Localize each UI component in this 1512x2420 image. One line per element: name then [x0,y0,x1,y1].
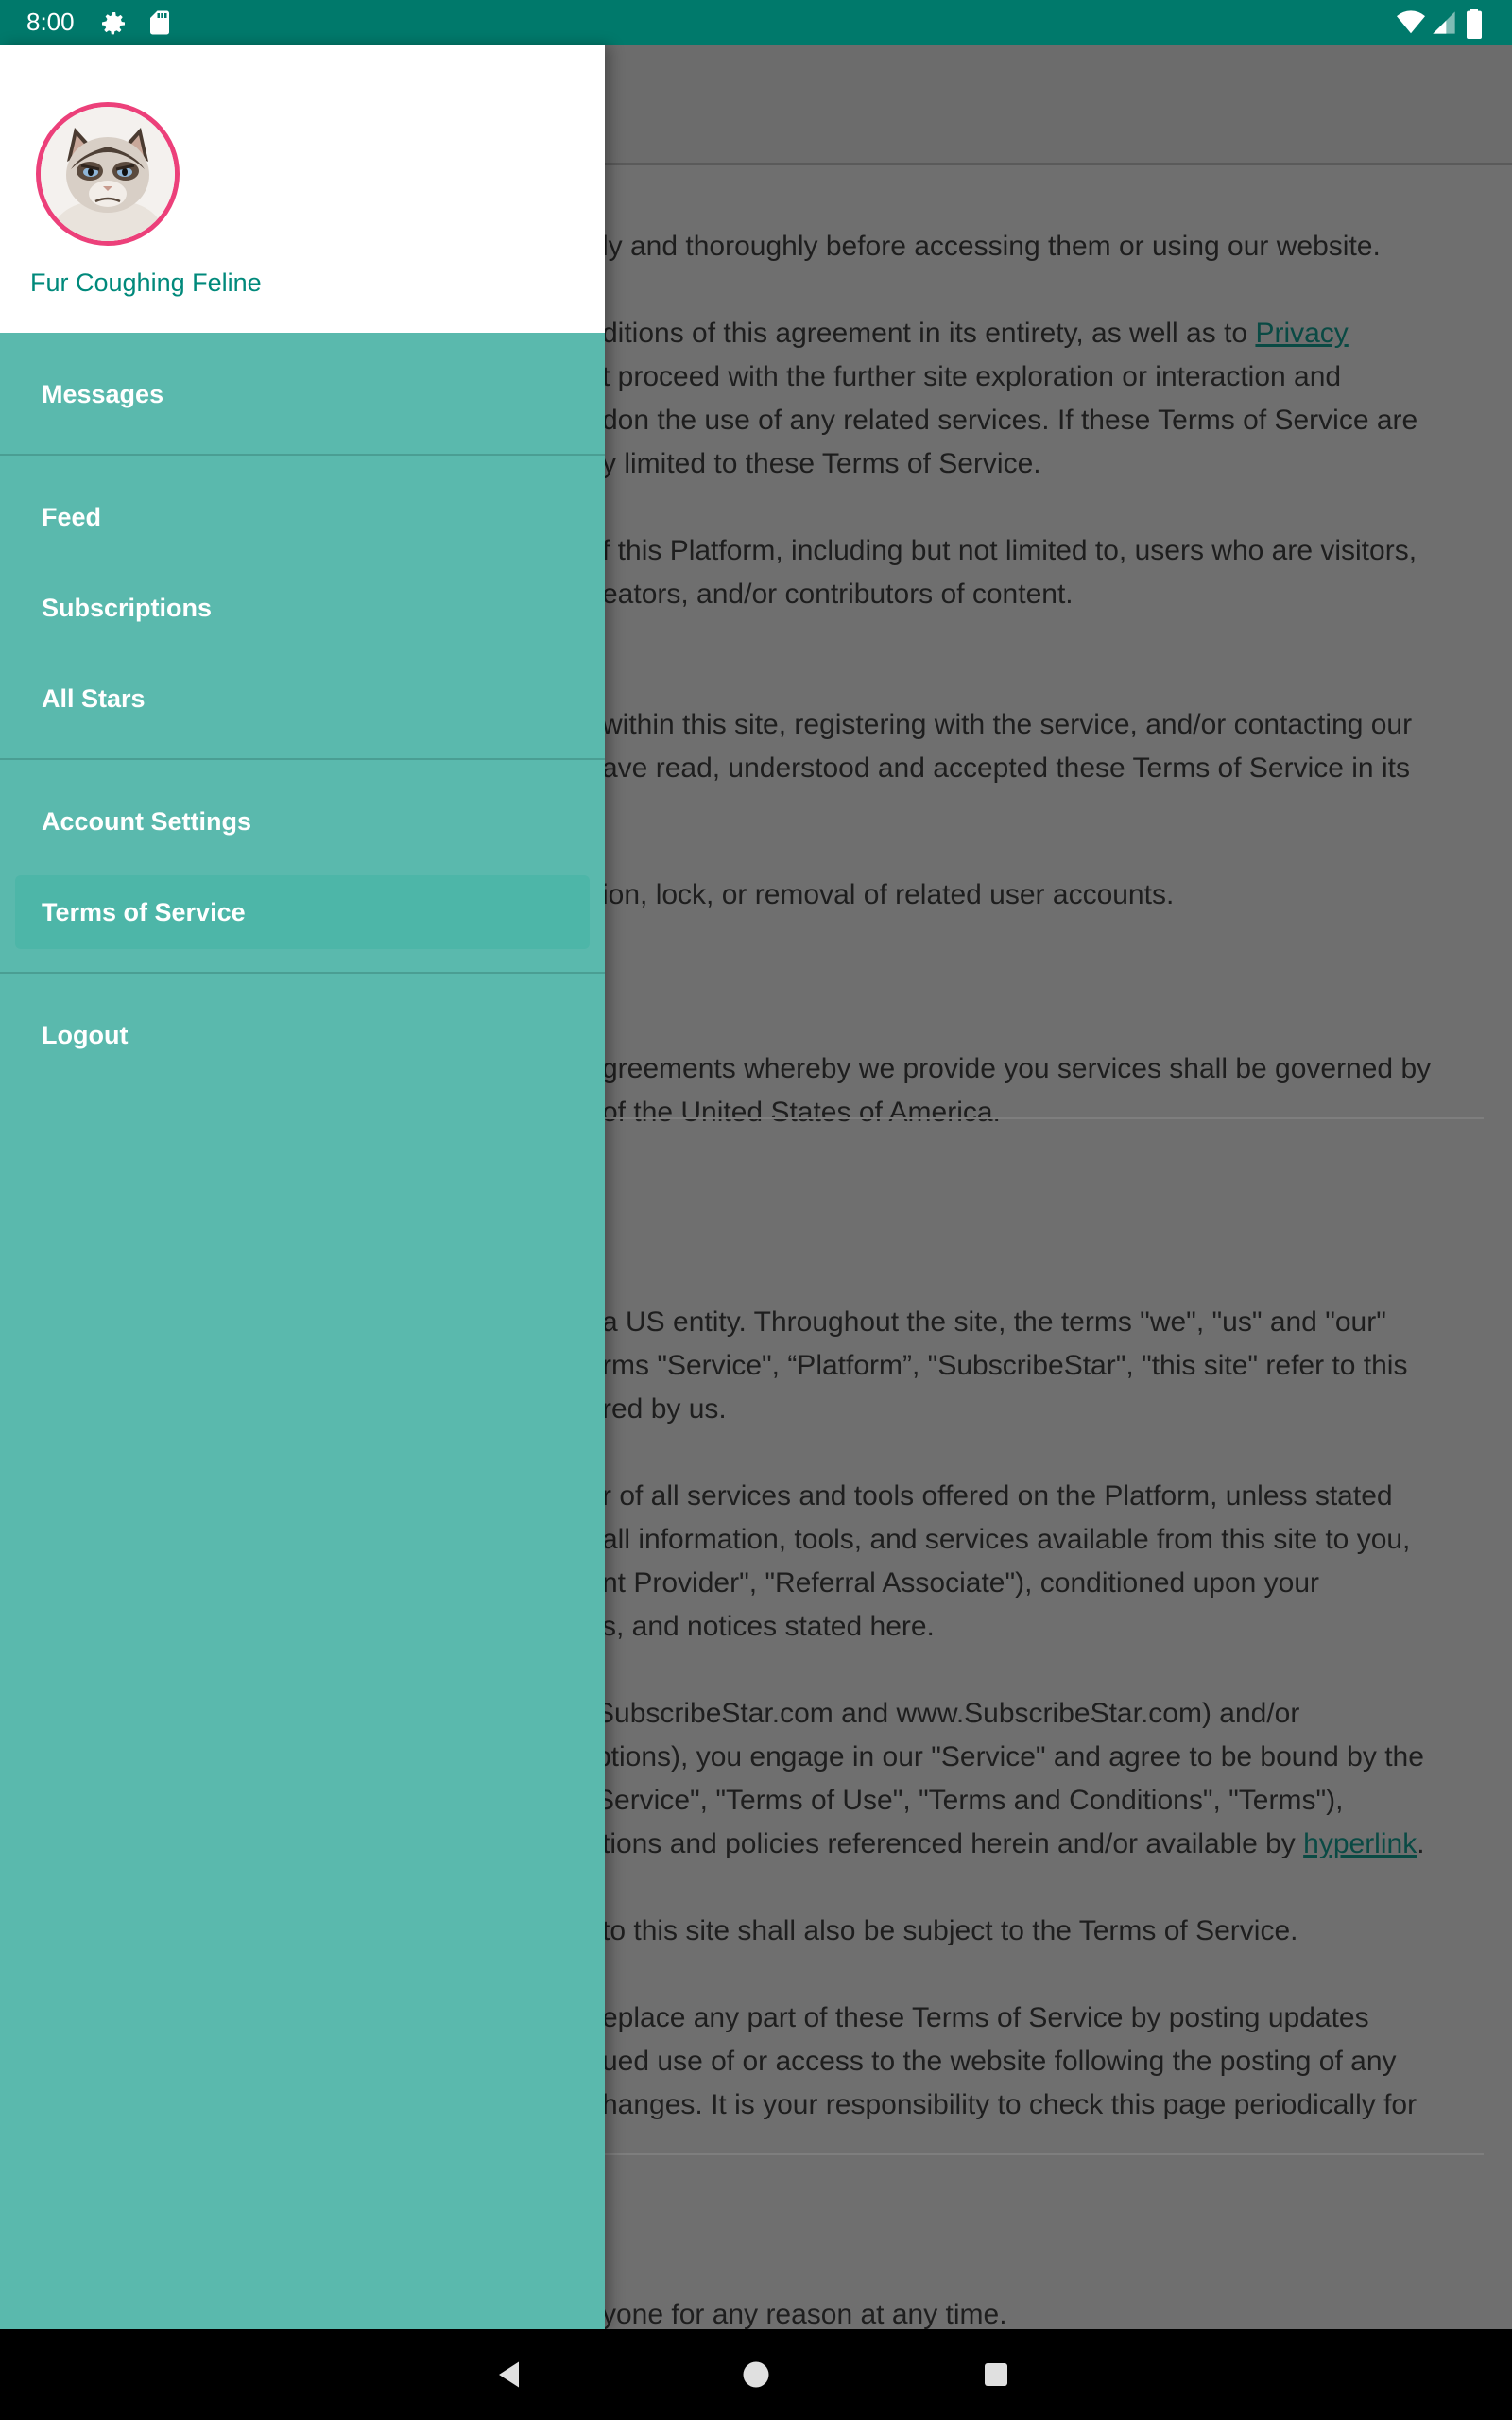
section-divider [586,2153,1484,2155]
user-name[interactable]: Fur Coughing Feline [30,268,262,298]
drawer-item-logout[interactable]: Logout [15,998,590,1072]
recents-icon[interactable] [979,2358,1013,2395]
system-navigation-bar [0,2329,1512,2420]
drawer-item-terms-of-service[interactable]: Terms of Service [15,875,590,949]
privacy-link[interactable]: Privacy [1255,318,1348,349]
hyperlink-link[interactable]: hyperlink [1303,1828,1417,1859]
drawer-divider [0,758,605,760]
navigation-drawer: Fur Coughing Feline Messages Feed Subscr… [0,45,605,2329]
status-time: 8:00 [26,8,75,36]
drawer-divider [0,454,605,456]
wifi-icon [1395,9,1427,41]
home-icon[interactable] [739,2358,773,2395]
section-divider [586,1117,1484,1119]
drawer-item-messages[interactable]: Messages [15,357,590,431]
drawer-item-all-stars[interactable]: All Stars [15,662,590,735]
drawer-header: Fur Coughing Feline [0,45,605,333]
grumpy-cat-avatar-image [41,107,175,241]
signal-icon [1431,9,1457,41]
drawer-divider [0,972,605,974]
drawer-item-feed[interactable]: Feed [15,480,590,554]
user-avatar[interactable] [36,102,180,246]
drawer-item-subscriptions[interactable]: Subscriptions [15,571,590,645]
gear-icon [98,9,129,43]
back-icon[interactable] [493,2358,527,2395]
battery-icon [1463,9,1486,43]
drawer-item-account-settings[interactable]: Account Settings [15,785,590,858]
sd-card-icon [146,9,174,41]
status-bar: 8:00 [0,0,1512,45]
